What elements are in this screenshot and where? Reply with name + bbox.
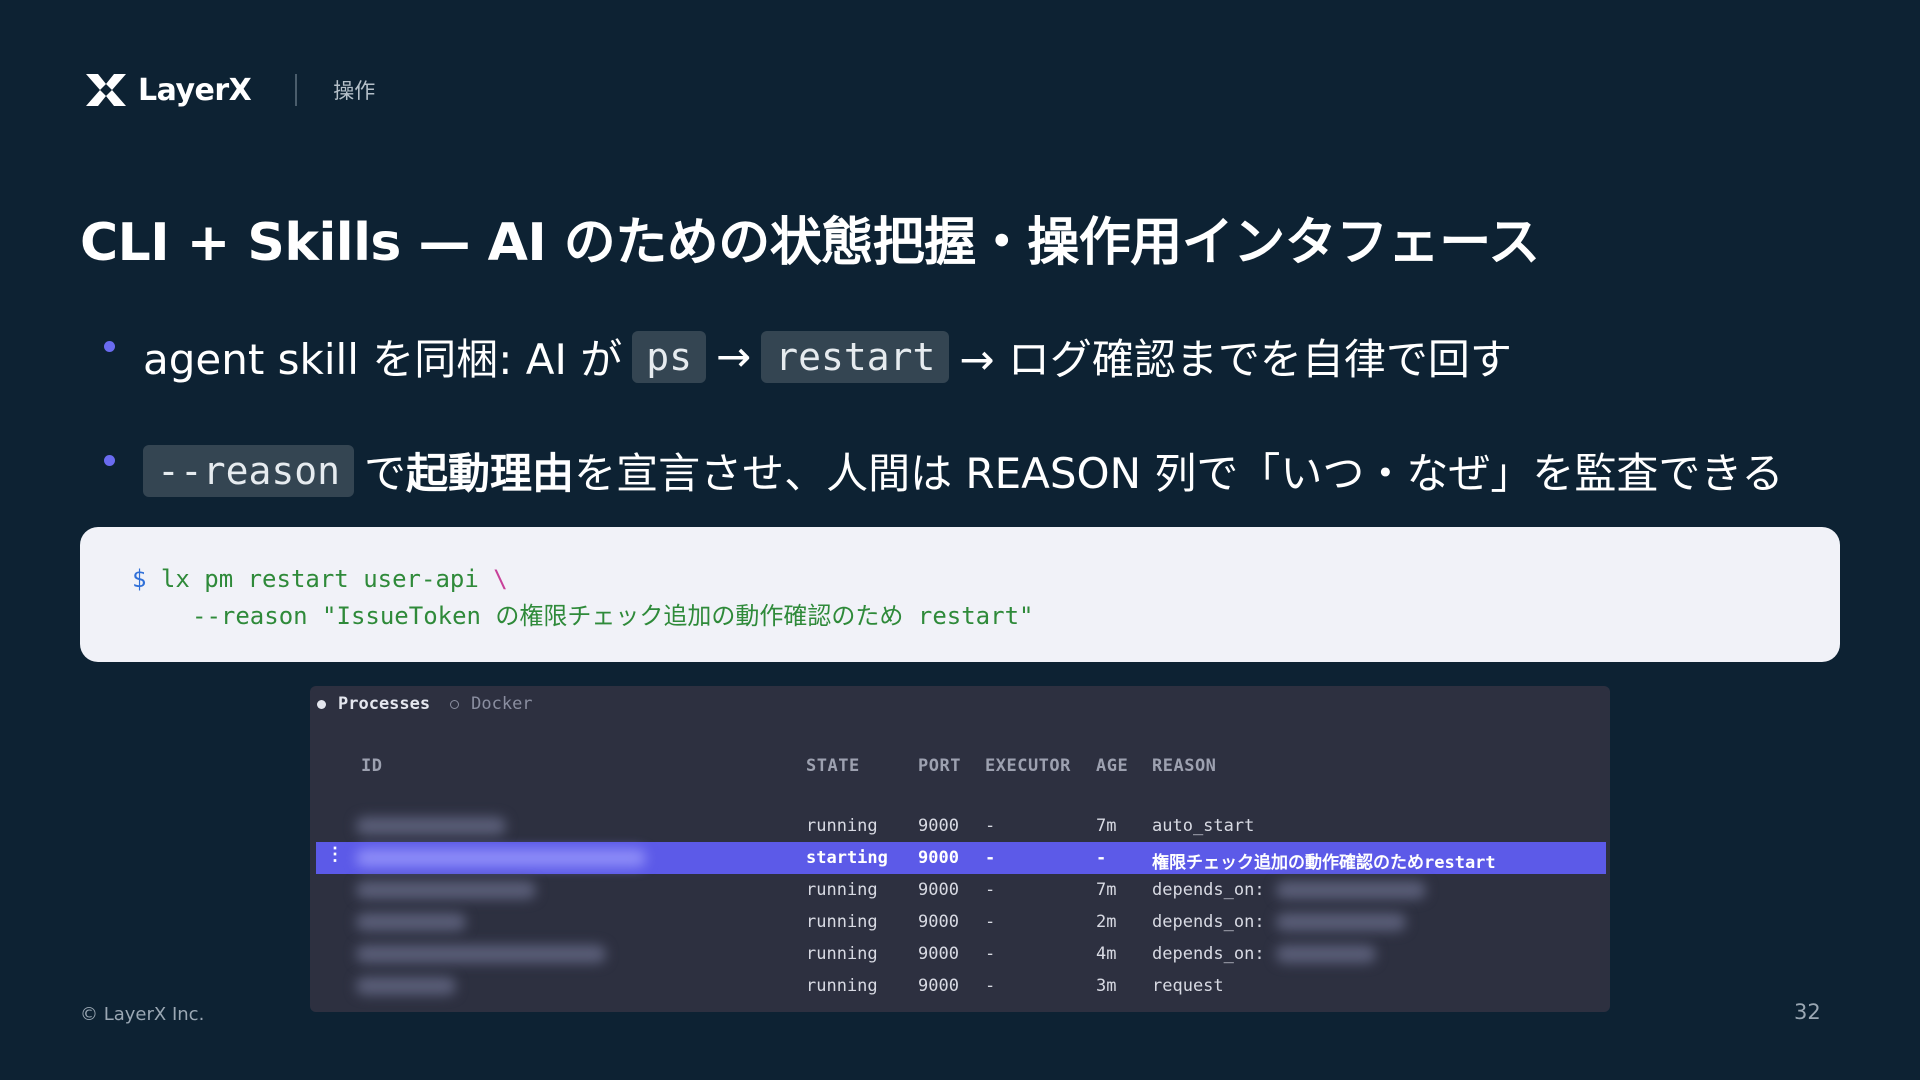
bullet-item: --reason で 起動理由 を宣言させ、人間は REASON 列で「いつ・な…: [104, 440, 1784, 501]
cell-executor: -: [985, 944, 996, 964]
table-row[interactable]: running 9000 - 2m depends_on:: [316, 906, 1606, 938]
table-row-selected[interactable]: ⋮ starting 9000 - - 権限チェック追加の動作確認のためrest…: [316, 842, 1606, 874]
tab-radio-icon: [317, 699, 326, 709]
logo-text: LayerX: [138, 72, 252, 108]
tab-radio-icon: [450, 699, 460, 709]
cell-reason: depends_on:: [1152, 944, 1265, 964]
cell-age: 3m: [1096, 976, 1117, 996]
table-row[interactable]: running 9000 - 4m depends_on:: [316, 938, 1606, 970]
tab-label: Processes: [338, 694, 431, 714]
redacted-id: [356, 913, 466, 931]
terminal-window: Processes Docker ID STATE PORT EXECUTOR …: [310, 686, 1610, 1012]
redacted-id: [356, 881, 536, 899]
bullet-item: agent skill を同梱: AI が ps → restart → ログ確…: [104, 326, 1512, 387]
cell-age: 7m: [1096, 816, 1117, 836]
redacted-dependency: [1276, 945, 1376, 963]
redacted-dependency: [1276, 913, 1406, 931]
section-label: 操作: [333, 79, 376, 103]
code-block: $ lx pm restart user-api \ --reason "Iss…: [80, 527, 1840, 662]
table-row[interactable]: running 9000 - 7m depends_on:: [316, 874, 1606, 906]
cell-state: running: [806, 976, 878, 996]
terminal-tabs: Processes Docker: [317, 692, 553, 716]
cell-age: 2m: [1096, 912, 1117, 932]
slide: LayerX 操作 CLI + Skills — AI のための状態把握・操作用…: [0, 0, 1920, 1080]
header: LayerX 操作: [84, 70, 375, 110]
tab-processes[interactable]: Processes: [317, 694, 430, 714]
code-line: $ lx pm restart user-api \: [132, 565, 508, 593]
cell-state: running: [806, 912, 878, 932]
arrow-text: →: [715, 332, 752, 381]
table-row[interactable]: running 9000 - 7m auto_start: [316, 810, 1606, 842]
layerx-logo-icon: [86, 74, 126, 106]
cell-reason: auto_start: [1152, 816, 1255, 836]
inline-code-reason: --reason: [143, 444, 355, 497]
cell-port: 9000: [918, 848, 959, 868]
bullet-strong-text: 起動理由: [406, 449, 575, 498]
column-header-port: PORT: [918, 756, 961, 776]
tab-docker[interactable]: Docker: [450, 694, 533, 714]
cell-reason: depends_on:: [1152, 880, 1265, 900]
redacted-id: [356, 945, 606, 963]
cell-executor: -: [985, 976, 996, 996]
copyright: © LayerX Inc.: [80, 1004, 205, 1025]
shell-argument: --reason "IssueToken の権限チェック追加の動作確認のため r…: [192, 602, 1034, 630]
column-header-id: ID: [361, 756, 383, 776]
redacted-id: [356, 849, 646, 867]
bullet-text: agent skill を同梱: AI が: [143, 335, 623, 384]
cell-port: 9000: [918, 976, 959, 996]
cell-reason: 権限チェック追加の動作確認のためrestart: [1152, 853, 1496, 873]
cell-state: starting: [806, 848, 888, 868]
cell-port: 9000: [918, 944, 959, 964]
cell-executor: -: [985, 912, 996, 932]
cell-reason: request: [1152, 976, 1224, 996]
inline-code-ps: ps: [632, 330, 706, 383]
column-header-state: STATE: [806, 756, 860, 776]
redacted-id: [356, 817, 506, 835]
cell-age: 7m: [1096, 880, 1117, 900]
cell-executor: -: [985, 880, 996, 900]
cell-port: 9000: [918, 880, 959, 900]
tab-label: Docker: [471, 694, 533, 714]
cell-port: 9000: [918, 816, 959, 836]
code-line: --reason "IssueToken の権限チェック追加の動作確認のため r…: [192, 596, 1033, 631]
redacted-dependency: [1276, 881, 1426, 899]
inline-code-restart: restart: [761, 330, 950, 383]
table-row[interactable]: running 9000 - 3m request: [316, 970, 1606, 1002]
column-header-age: AGE: [1096, 756, 1129, 776]
shell-command: lx pm restart user-api: [160, 565, 479, 593]
page-number: 32: [1794, 1000, 1821, 1024]
bullet-dot-icon: [104, 455, 115, 466]
cell-state: running: [806, 816, 878, 836]
cell-state: running: [806, 880, 878, 900]
cell-age: 4m: [1096, 944, 1117, 964]
cell-executor: -: [985, 816, 996, 836]
bullet-text: → ログ確認までを自律で回す: [959, 335, 1512, 384]
cell-port: 9000: [918, 912, 959, 932]
cell-state: running: [806, 944, 878, 964]
cell-executor: -: [985, 848, 996, 868]
selection-marker-icon: ⋮: [326, 844, 344, 865]
line-continuation: \: [493, 565, 508, 593]
bullet-text: を宣言させ、人間は REASON 列で「いつ・なぜ」を監査できる: [574, 449, 1784, 498]
column-header-executor: EXECUTOR: [985, 756, 1071, 776]
shell-prompt: $: [132, 565, 147, 593]
column-header-reason: REASON: [1152, 756, 1217, 776]
bullet-dot-icon: [104, 341, 115, 352]
page-title: CLI + Skills — AI のための状態把握・操作用インタフェース: [80, 213, 1540, 273]
cell-reason: depends_on:: [1152, 912, 1265, 932]
bullet-text: で: [364, 449, 407, 498]
cell-age: -: [1096, 848, 1107, 868]
header-divider: [295, 74, 298, 106]
redacted-id: [356, 977, 456, 995]
